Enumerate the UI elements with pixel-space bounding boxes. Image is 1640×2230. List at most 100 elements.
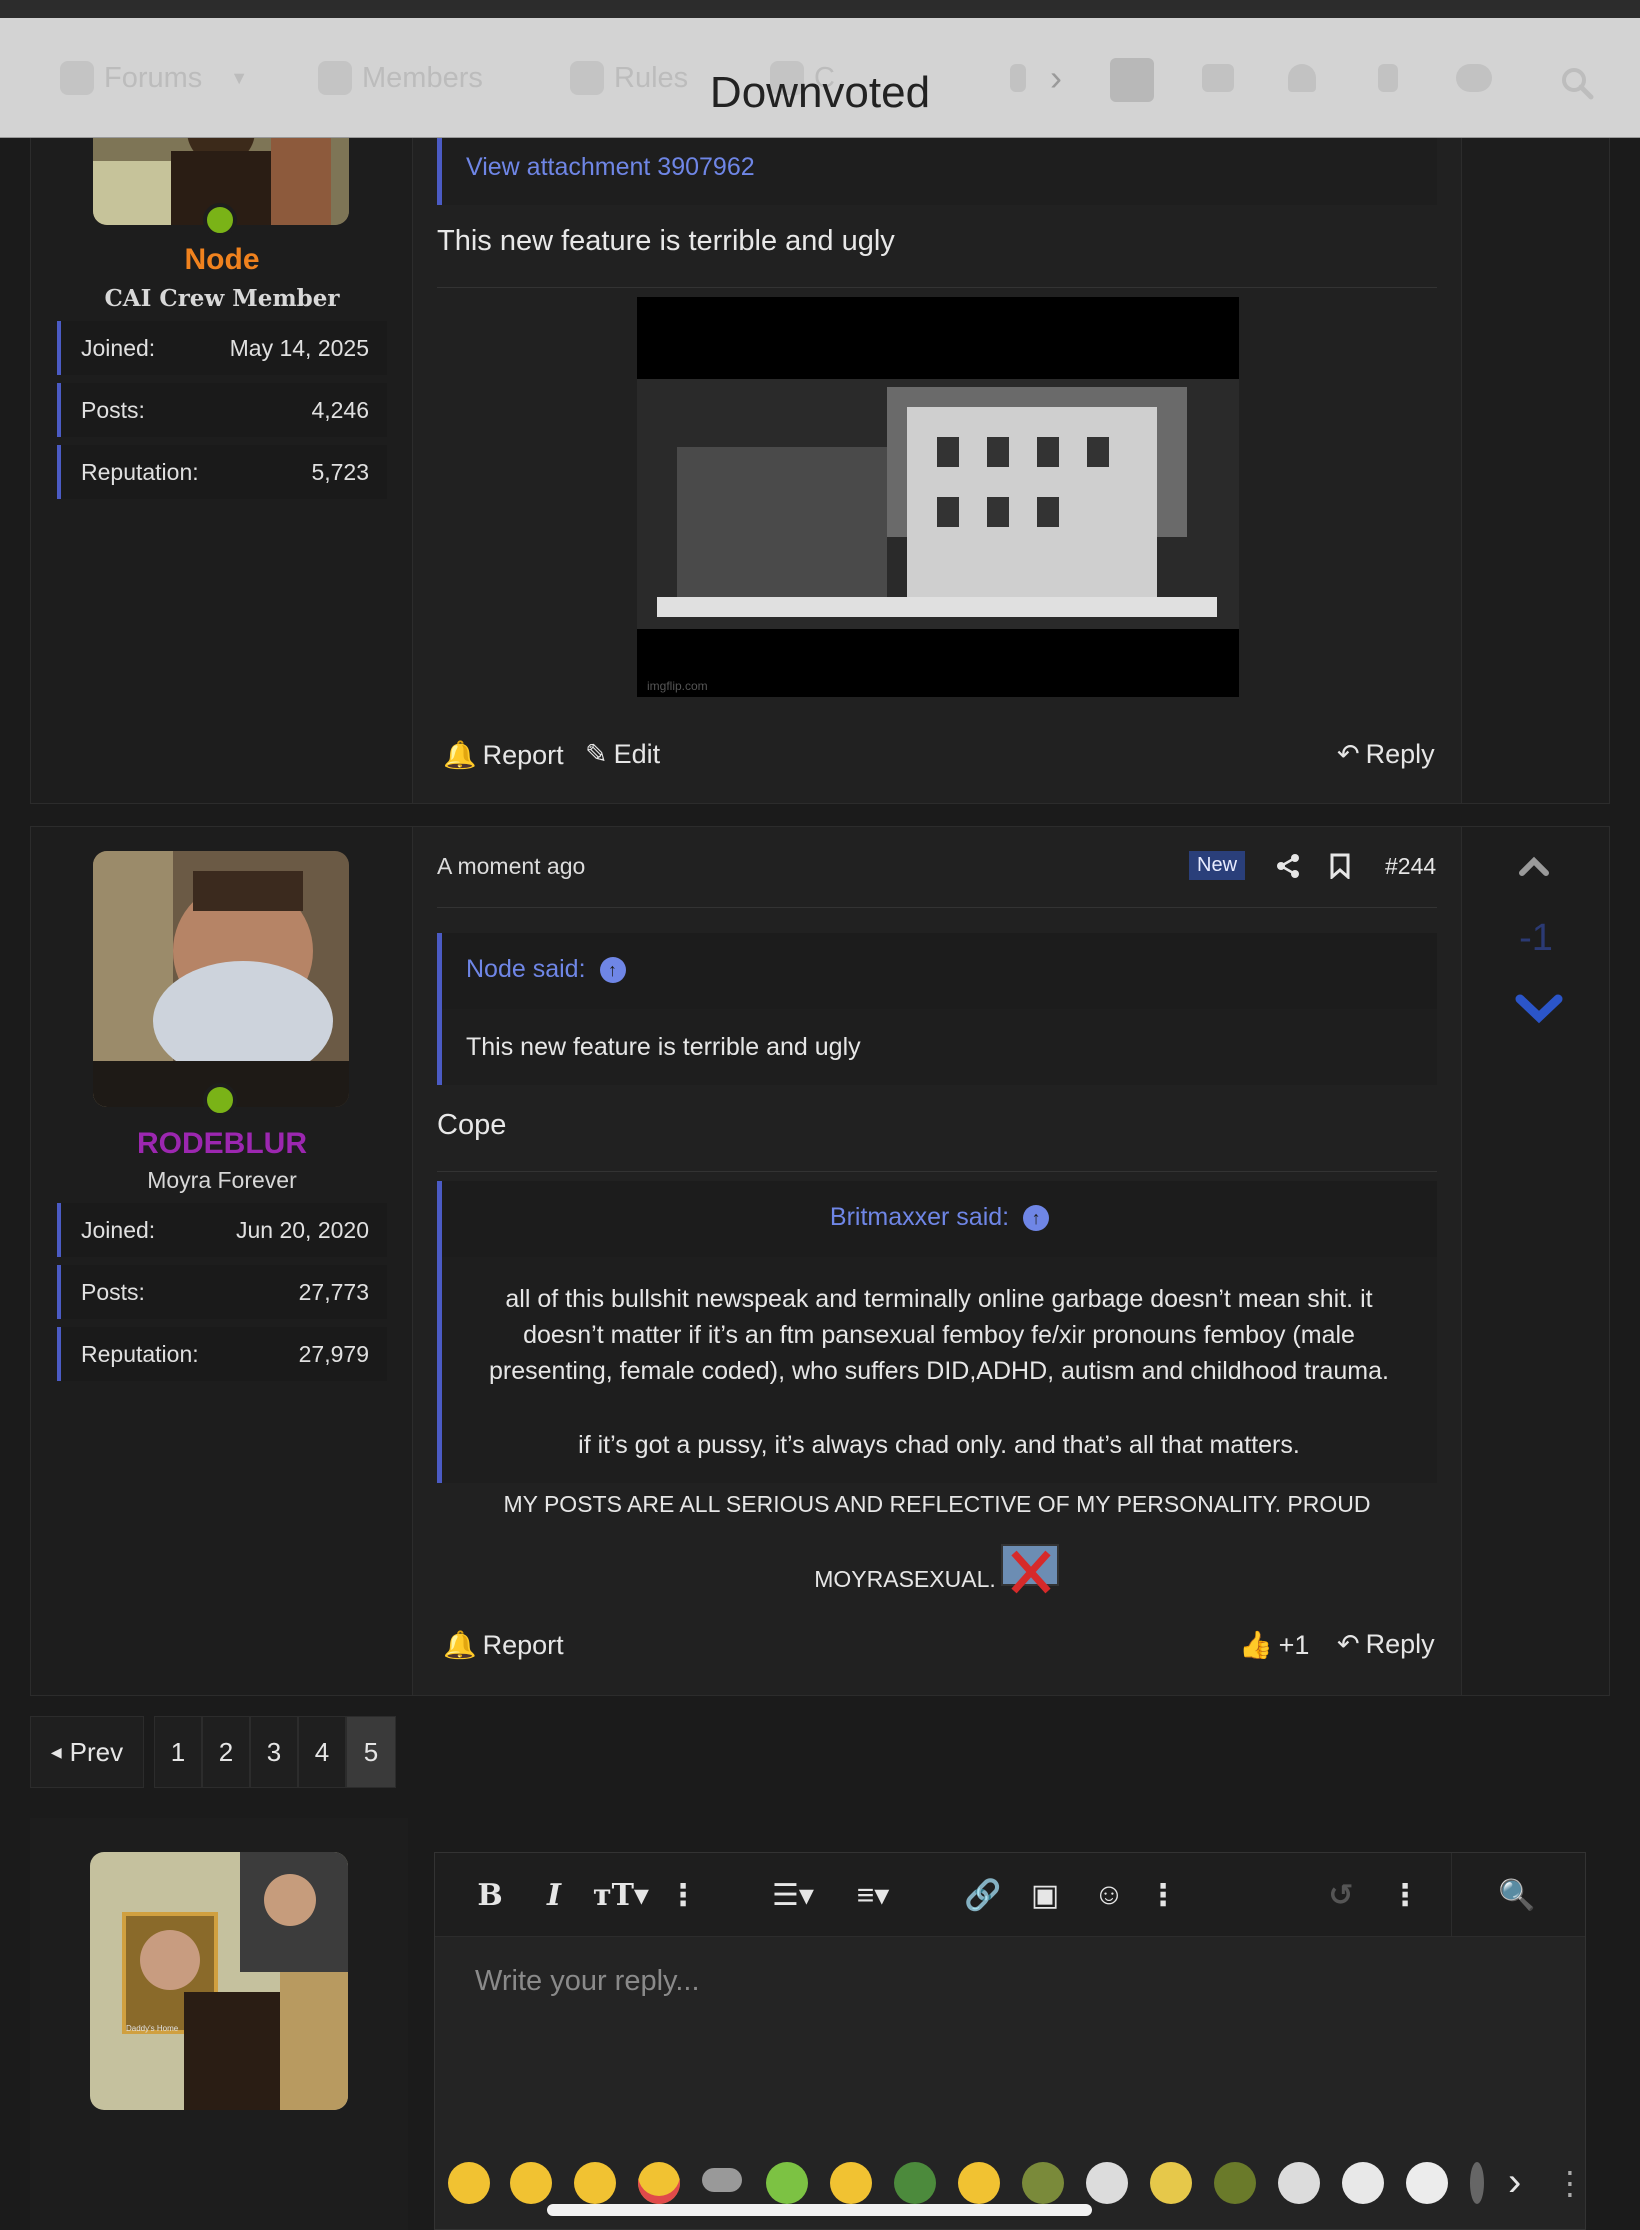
signature-line: MY POSTS ARE ALL SERIOUS AND REFLECTIVE … [503, 1491, 1371, 1517]
eye-roll-emoji-icon[interactable] [830, 2162, 872, 2204]
avatar-image [93, 851, 349, 1107]
page-button[interactable]: 2 [202, 1716, 250, 1788]
arrow-up-circle-icon[interactable]: ↑ [1023, 1204, 1050, 1231]
more-icon[interactable]: ⋮ [1148, 1875, 1178, 1915]
downvote-icon[interactable] [1514, 991, 1564, 1025]
page-title: Downvoted [709, 68, 931, 117]
report-button[interactable]: 🔔 Report [443, 739, 564, 771]
more-icon[interactable]: ⋮ [1554, 2164, 1586, 2202]
username[interactable]: RODEBLUR [31, 1127, 413, 1161]
avatar-caption: Daddy's Home [126, 2024, 179, 2033]
page-button[interactable]: 4 [298, 1716, 346, 1788]
reply-button[interactable]: ↶ Reply [1337, 1629, 1435, 1660]
unamused-emoji-icon[interactable] [958, 2162, 1000, 2204]
page-button[interactable]: 3 [250, 1716, 298, 1788]
text-size-icon[interactable]: тT▾ [591, 1875, 651, 1915]
pepe-emoji-icon[interactable] [894, 2162, 936, 2204]
laughing-emoji-icon[interactable] [448, 2162, 490, 2204]
post-node: Node CAI Crew Member Joined: May 14, 202… [30, 90, 1610, 804]
attachment-link[interactable]: View attachment 3907962 [466, 153, 755, 182]
wojak-emoji-icon[interactable] [1086, 2162, 1128, 2204]
more-icon[interactable]: ⋮ [1390, 1875, 1420, 1915]
quote-paragraph: if it’s got a pussy, it’s always chad on… [578, 1431, 1300, 1459]
post-number[interactable]: #244 [1385, 853, 1436, 880]
shrek-emoji-icon[interactable] [1022, 2162, 1064, 2204]
post-user-panel: RODEBLUR Moyra Forever Joined: Jun 20, 2… [31, 827, 413, 1695]
bell-icon: 🔔 [443, 740, 477, 770]
nauseated-emoji-icon[interactable] [766, 2162, 808, 2204]
pill-emoji-icon[interactable] [702, 2168, 742, 2192]
more-icon[interactable]: ⋮ [668, 1875, 698, 1915]
preview-icon[interactable]: 🔍 [1495, 1875, 1539, 1915]
gif-frame [637, 379, 1239, 629]
online-indicator [203, 203, 237, 237]
prev-page-button[interactable]: ◀ Prev [30, 1716, 144, 1788]
divider [437, 287, 1437, 288]
link-icon[interactable]: 🔗 [964, 1875, 1001, 1915]
caret-left-icon: ◀ [50, 1743, 62, 1760]
image-icon[interactable]: ▣ [1027, 1875, 1063, 1915]
stat-reputation: Reputation: 27,979 [57, 1327, 387, 1381]
flag-image [1000, 1544, 1059, 1594]
signature: MOYRASEXUAL. [437, 1531, 1437, 1595]
stat-posts: Posts: 4,246 [57, 383, 387, 437]
page-button[interactable]: 1 [154, 1716, 202, 1788]
post-rodeblur: RODEBLUR Moyra Forever Joined: Jun 20, 2… [30, 826, 1610, 1696]
italic-icon[interactable]: I [539, 1875, 569, 1915]
vote-score: -1 [1519, 917, 1553, 959]
bold-icon[interactable]: B [475, 1875, 505, 1915]
username[interactable]: Node [31, 243, 413, 277]
thumbs-up-icon: 👍 [1239, 1630, 1273, 1660]
stat-joined: Joined: Jun 20, 2020 [57, 1203, 387, 1257]
smiley-icon[interactable]: ☺ [1091, 1875, 1127, 1915]
undo-icon[interactable]: ↺ [1321, 1875, 1361, 1915]
partial-emoji-icon[interactable] [1470, 2162, 1484, 2204]
avatar-image [90, 1852, 348, 2110]
share-icon[interactable] [1275, 853, 1301, 879]
quote-paragraph: all of this bullshit newspeak and termin… [489, 1285, 1389, 1385]
quote-author-link[interactable]: Node said: ↑ [466, 955, 626, 984]
frown-emoji-icon[interactable] [510, 2162, 552, 2204]
report-button[interactable]: 🔔 Report [443, 1629, 564, 1661]
bookmark-icon[interactable] [1329, 853, 1351, 879]
quote-author-link[interactable]: Britmaxxer said: ↑ [442, 1203, 1437, 1232]
stat-reputation: Reputation: 5,723 [57, 445, 387, 499]
sad-wojak-emoji-icon[interactable] [1342, 2162, 1384, 2204]
list-icon[interactable]: ☰▾ [765, 1875, 821, 1915]
quote-britmaxxer: Britmaxxer said: ↑ all of this bullshit … [437, 1181, 1437, 1483]
heart-eyes-emoji-icon[interactable] [638, 2162, 680, 2204]
new-badge: New [1189, 851, 1246, 880]
gif-image[interactable]: imgflip.com [637, 297, 1239, 697]
post-time[interactable]: A moment ago [437, 853, 585, 880]
smirk-emoji-icon[interactable] [574, 2162, 616, 2204]
bell-icon: 🔔 [443, 1630, 477, 1660]
edit-button[interactable]: ✎ Edit [585, 739, 660, 770]
upvote-icon[interactable] [1514, 851, 1554, 881]
quote-node: Node said: ↑ This new feature is terribl… [437, 933, 1437, 1085]
post-body: This new feature is terrible and ugly [437, 225, 895, 257]
reply-input[interactable]: Write your reply... [475, 1965, 700, 1998]
like-button[interactable]: 👍 +1 [1239, 1629, 1309, 1661]
doomer-emoji-icon[interactable] [1406, 2162, 1448, 2204]
shrek-face-emoji-icon[interactable] [1214, 2162, 1256, 2204]
arrow-up-circle-icon[interactable]: ↑ [599, 956, 626, 983]
reply-button[interactable]: ↶ Reply [1337, 739, 1435, 770]
avatar[interactable]: Daddy's Home [90, 1852, 348, 2110]
user-title: Moyra Forever [147, 1167, 297, 1193]
crying-wojak-emoji-icon[interactable] [1278, 2162, 1320, 2204]
wizard-emoji-icon[interactable] [1150, 2162, 1192, 2204]
pencil-icon: ✎ [585, 739, 608, 769]
online-indicator [203, 1083, 237, 1117]
status-strip [0, 0, 1640, 18]
page-button-current[interactable]: 5 [346, 1716, 396, 1788]
home-indicator [547, 2204, 1092, 2216]
reply-icon: ↶ [1337, 739, 1360, 769]
avatar[interactable] [93, 851, 349, 1107]
editor-toolbar: B I тT▾ ⋮ ☰▾ ≡▾ 🔗 ▣ ☺ ⋮ ↺ ⋮ 🔍 [435, 1853, 1585, 1937]
reply-icon: ↶ [1337, 1629, 1360, 1659]
gif-watermark: imgflip.com [647, 679, 708, 693]
align-icon[interactable]: ≡▾ [845, 1875, 901, 1915]
quote-text: This new feature is terrible and ugly [466, 1033, 861, 1061]
user-title: CAI Crew Member [104, 285, 340, 312]
chevron-right-icon[interactable]: › [1508, 2160, 1521, 2205]
